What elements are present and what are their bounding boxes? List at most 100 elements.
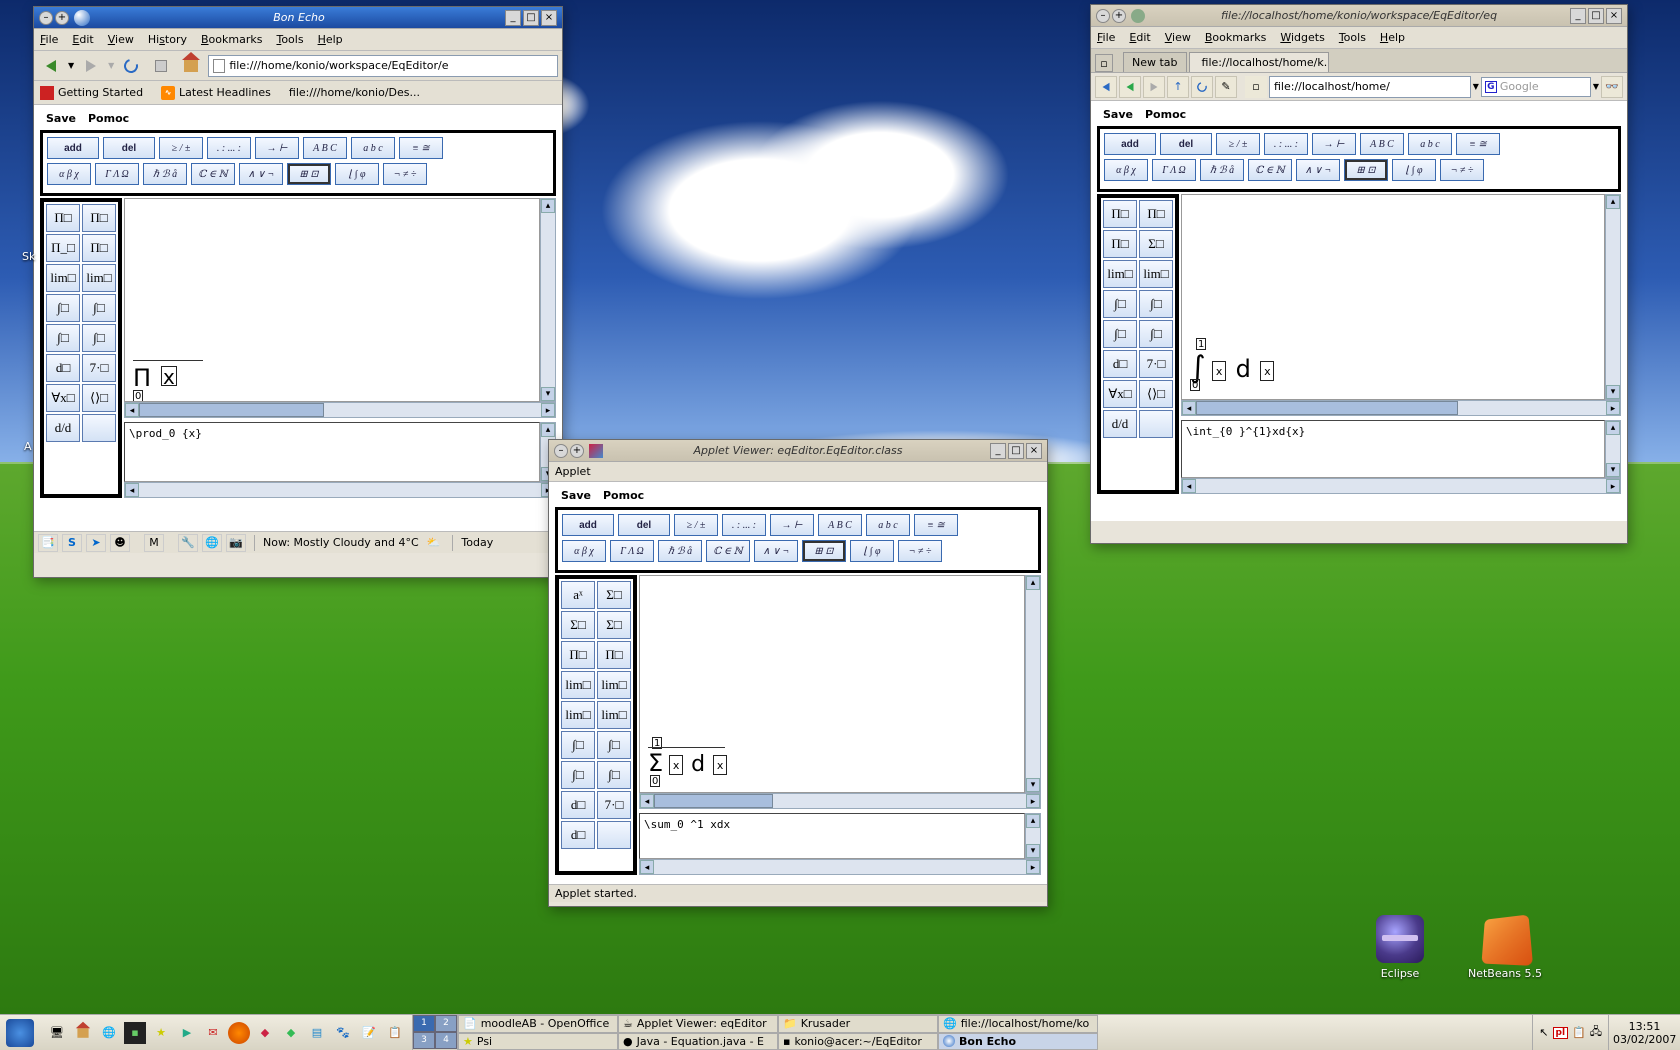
menu-view[interactable]: View	[1165, 31, 1191, 44]
tb5[interactable]: a b c	[866, 514, 910, 536]
palette-button[interactable]: Π□	[1139, 200, 1173, 228]
palette-button[interactable]: 7·□	[1139, 350, 1173, 378]
k1[interactable]: ≥ / ±	[1216, 133, 1260, 155]
src-scroll-h[interactable]: ◂▸	[1181, 478, 1621, 494]
menu-file[interactable]: File	[1097, 31, 1115, 44]
task-krusader[interactable]: 📁Krusader	[778, 1015, 938, 1033]
ql-ruby[interactable]: ◆	[254, 1022, 276, 1044]
sb-globe[interactable]: 🌐	[202, 534, 222, 552]
eq-del[interactable]: del	[618, 514, 670, 536]
ql-gimp[interactable]: 🐾	[332, 1022, 354, 1044]
eq-del[interactable]: del	[1160, 133, 1212, 155]
desk-1[interactable]: 1	[413, 1015, 435, 1032]
k14[interactable]: ¬ ≠ ÷	[1440, 159, 1484, 181]
reload-button[interactable]	[118, 55, 144, 77]
k13[interactable]: ⌊ ∫ φ	[1392, 159, 1436, 181]
src-scroll[interactable]: ▴▾	[1025, 813, 1041, 859]
slot-body[interactable]: x	[161, 366, 177, 386]
k10[interactable]: ℂ ∈ ℕ	[1248, 159, 1292, 181]
tb13[interactable]: ⌊ ∫ φ	[850, 540, 894, 562]
home-button[interactable]	[178, 55, 204, 77]
shade-button[interactable]: –	[1096, 9, 1110, 23]
ql-firefox[interactable]	[228, 1022, 250, 1044]
palette-button[interactable]: Π□	[561, 641, 595, 669]
scroll-h[interactable]: ◂▸	[1181, 400, 1621, 416]
sticky-button[interactable]: +	[570, 444, 584, 458]
menu-bookmarks[interactable]: Bookmarks	[201, 33, 262, 46]
sticky-button[interactable]: +	[1112, 9, 1126, 23]
ql-music[interactable]: ▶	[176, 1022, 198, 1044]
menu-tools[interactable]: Tools	[1339, 31, 1366, 44]
src-scroll[interactable]: ▴▾	[1605, 420, 1621, 478]
clock[interactable]: 13:51 03/02/2007	[1608, 1015, 1680, 1050]
tb4[interactable]: A B C	[818, 514, 862, 536]
task-psi[interactable]: ★Psi	[458, 1033, 618, 1050]
palette-button[interactable]: ∀x□	[1103, 380, 1137, 408]
ql-term[interactable]: ▪	[124, 1022, 146, 1044]
palette-button[interactable]: ∫□	[46, 294, 80, 322]
sticky-button[interactable]: +	[55, 11, 69, 25]
palette-button[interactable]: d/d	[1103, 410, 1137, 438]
slot-dx[interactable]: x	[1260, 361, 1274, 381]
eq-del-button[interactable]: del	[103, 137, 155, 159]
palette-button[interactable]: ∫□	[597, 731, 631, 759]
ql-gem[interactable]: ◆	[280, 1022, 302, 1044]
palette-button[interactable]: Π□	[82, 234, 116, 262]
palette-button[interactable]: lim□	[82, 264, 116, 292]
url-bar[interactable]: file:///home/konio/workspace/EqEditor/e	[208, 55, 558, 77]
sb-smiley[interactable]: ☻	[110, 534, 130, 552]
palette-button[interactable]: ∫□	[1139, 290, 1173, 318]
tray-network[interactable]: 🖧	[1590, 1023, 1602, 1042]
minimize-button[interactable]: _	[1570, 8, 1586, 24]
palette-button[interactable]: lim□	[1139, 260, 1173, 288]
menu-help[interactable]: Help	[318, 33, 343, 46]
palette-button[interactable]: ∫□	[597, 761, 631, 789]
tb-upper[interactable]: A B C	[303, 137, 347, 159]
palette-button[interactable]: Σ□	[597, 611, 631, 639]
palette-button[interactable]: ∀x□	[46, 384, 80, 412]
nav-edit[interactable]: ✎	[1215, 76, 1237, 98]
ql-desktop[interactable]: 🖥	[46, 1022, 68, 1044]
eq-menu-save[interactable]: Save	[46, 112, 76, 125]
ql-psi[interactable]: ★	[150, 1022, 172, 1044]
k6[interactable]: ≡ ≅	[1456, 133, 1500, 155]
k5[interactable]: a b c	[1408, 133, 1452, 155]
sb-ico-1[interactable]: 📑	[38, 534, 58, 552]
palette-button[interactable]: lim□	[561, 671, 595, 699]
palette-button[interactable]: Π□	[597, 641, 631, 669]
tb1[interactable]: ≥ / ±	[674, 514, 718, 536]
palette-button[interactable]: ∫□	[1139, 320, 1173, 348]
palette-button[interactable]: ⟨⟩□	[82, 384, 116, 412]
tb-misc[interactable]: ¬ ≠ ÷	[383, 163, 427, 185]
k8[interactable]: Γ Λ Ω	[1152, 159, 1196, 181]
eq-add-button[interactable]: add	[47, 137, 99, 159]
palette-button[interactable]: 7·□	[597, 791, 631, 819]
palette-button[interactable]: Σ□	[597, 581, 631, 609]
k4[interactable]: A B C	[1360, 133, 1404, 155]
tray-cursor[interactable]: ↖	[1539, 1026, 1548, 1039]
kmenu-button[interactable]	[0, 1015, 40, 1050]
palette-button[interactable]: ⟨⟩□	[1139, 380, 1173, 408]
palette-button[interactable]	[1139, 410, 1173, 438]
slot-x[interactable]: x	[1212, 361, 1226, 381]
newtab-button[interactable]: ▫	[1095, 54, 1113, 72]
menu-widgets[interactable]: Widgets	[1280, 31, 1324, 44]
palette-button[interactable]: ∫□	[1103, 290, 1137, 318]
tb-sets[interactable]: ℂ ∈ ℕ	[191, 163, 235, 185]
applet-menu[interactable]: Applet	[555, 465, 591, 478]
close-button[interactable]: ×	[1606, 8, 1622, 24]
palette-button[interactable]: lim□	[561, 701, 595, 729]
tb-logic[interactable]: ∧ ∨ ¬	[239, 163, 283, 185]
palette-button[interactable]: ∫□	[82, 294, 116, 322]
shade-button[interactable]: –	[39, 11, 53, 25]
tb-greek-u[interactable]: Γ Λ Ω	[95, 163, 139, 185]
palette-button[interactable]: Π□	[1103, 230, 1137, 258]
tb-dots[interactable]: . : ... :	[207, 137, 251, 159]
palette-button[interactable]: Σ□	[1139, 230, 1173, 258]
tb-lower[interactable]: a b c	[351, 137, 395, 159]
k11[interactable]: ∧ ∨ ¬	[1296, 159, 1340, 181]
eq-source[interactable]: \sum_0 ^1 xdx	[639, 813, 1025, 859]
eq-add[interactable]: add	[1104, 133, 1156, 155]
task-konsole[interactable]: ▪konio@acer:~/EqEditor	[778, 1033, 938, 1050]
palette-button[interactable]: lim□	[597, 671, 631, 699]
